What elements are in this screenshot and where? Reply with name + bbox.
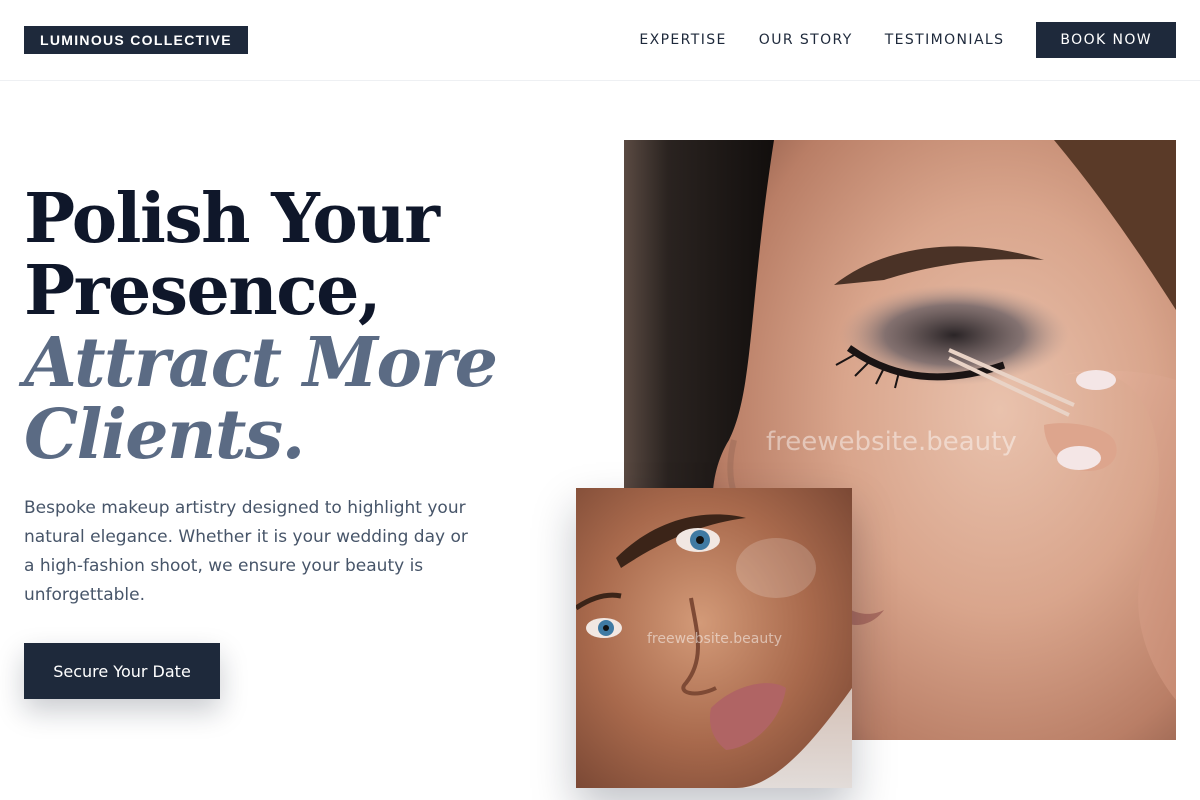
headline-accent-line-2: Clients. xyxy=(24,395,305,475)
nav-testimonials[interactable]: TESTIMONIALS xyxy=(885,22,1005,58)
hero-description: Bespoke makeup artistry designed to high… xyxy=(24,498,468,605)
nav-expertise[interactable]: EXPERTISE xyxy=(639,22,726,58)
secure-date-button[interactable]: Secure Your Date xyxy=(24,643,220,699)
headline-line-2: Presence, xyxy=(24,251,382,331)
headline-accent-line-1: Attract More xyxy=(24,323,498,403)
portrait-image xyxy=(576,488,852,788)
headline-line-1: Polish Your xyxy=(24,179,440,259)
main-nav: EXPERTISE OUR STORY TESTIMONIALS BOOK NO… xyxy=(639,22,1176,58)
nav-our-story[interactable]: OUR STORY xyxy=(759,22,853,58)
site-header: LUMINOUS COLLECTIVE EXPERTISE OUR STORY … xyxy=(0,0,1200,81)
book-now-button[interactable]: BOOK NOW xyxy=(1036,22,1176,58)
brand-logo[interactable]: LUMINOUS COLLECTIVE xyxy=(24,26,248,54)
hero-photo-secondary: freewebsite.beauty xyxy=(576,488,852,788)
hero-headline: Polish Your Presence, Attract More Clien… xyxy=(24,183,584,471)
